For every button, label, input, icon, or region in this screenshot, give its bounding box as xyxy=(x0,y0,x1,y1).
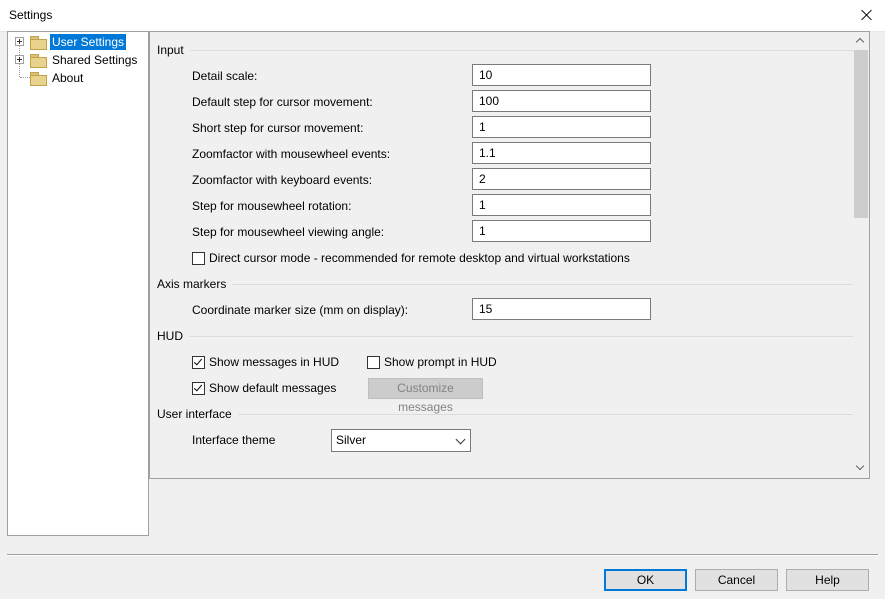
tree-item-label: About xyxy=(52,71,84,85)
customize-messages-button[interactable]: Customize messages xyxy=(368,378,483,414)
tree-item-shared-settings[interactable]: Shared Settings xyxy=(8,51,148,69)
checkbox-box[interactable] xyxy=(192,381,205,395)
checkbox-label: Direct cursor mode - recommended for rem… xyxy=(209,251,630,265)
section-title-axis-markers: Axis markers xyxy=(157,277,233,291)
folder-icon xyxy=(30,36,47,50)
checkbox-label: Show prompt in HUD xyxy=(384,355,497,369)
checkbox-label: Show default messages xyxy=(209,381,337,395)
show-messages-checkbox[interactable]: Show messages in HUD xyxy=(192,355,339,369)
section-title-user-interface: User interface xyxy=(157,407,238,421)
section-divider xyxy=(157,284,853,285)
close-icon[interactable] xyxy=(857,5,877,25)
checkbox-box[interactable] xyxy=(192,355,205,369)
field-label: Default step for cursor movement: xyxy=(192,95,373,109)
folder-icon xyxy=(30,72,47,86)
window-title: Settings xyxy=(9,8,53,22)
section-divider xyxy=(157,336,853,337)
mousewheel-rotation-input[interactable] xyxy=(472,194,651,216)
title-bar: Settings xyxy=(0,0,885,32)
folder-icon xyxy=(30,54,47,68)
expand-plus-icon[interactable] xyxy=(15,55,24,64)
detail-scale-input[interactable] xyxy=(472,64,651,86)
field-label: Detail scale: xyxy=(192,69,258,83)
cancel-button[interactable]: Cancel xyxy=(695,569,778,591)
section-divider xyxy=(157,414,853,415)
marker-size-input[interactable] xyxy=(472,298,651,320)
scroll-down-icon[interactable] xyxy=(853,460,869,476)
chevron-down-icon xyxy=(455,434,466,445)
direct-cursor-checkbox[interactable]: Direct cursor mode - recommended for rem… xyxy=(192,251,630,265)
field-label: Zoomfactor with mousewheel events: xyxy=(192,147,391,161)
zoom-mousewheel-input[interactable] xyxy=(472,142,651,164)
mousewheel-angle-input[interactable] xyxy=(472,220,651,242)
footer-divider xyxy=(7,554,878,556)
help-button[interactable]: Help xyxy=(786,569,869,591)
field-label: Short step for cursor movement: xyxy=(192,121,364,135)
field-label: Coordinate marker size (mm on display): xyxy=(192,303,409,317)
interface-theme-select[interactable]: Silver xyxy=(331,429,471,452)
show-prompt-checkbox[interactable]: Show prompt in HUD xyxy=(367,355,497,369)
vertical-scrollbar[interactable] xyxy=(853,31,870,479)
expand-plus-icon[interactable] xyxy=(15,37,24,46)
ok-button[interactable]: OK xyxy=(604,569,687,591)
show-default-messages-checkbox[interactable]: Show default messages xyxy=(192,381,336,395)
section-title-hud: HUD xyxy=(157,329,189,343)
tree-item-label: Shared Settings xyxy=(52,53,138,67)
checkbox-box[interactable] xyxy=(192,251,205,265)
section-title-input: Input xyxy=(157,43,190,57)
scrollbar-thumb[interactable] xyxy=(854,50,868,218)
select-value: Silver xyxy=(336,433,367,447)
settings-tree[interactable]: User Settings Shared Settings About xyxy=(7,31,149,536)
zoom-keyboard-input[interactable] xyxy=(472,168,651,190)
section-divider xyxy=(157,50,853,51)
default-step-input[interactable] xyxy=(472,90,651,112)
scroll-up-icon[interactable] xyxy=(853,32,869,48)
field-label: Step for mousewheel viewing angle: xyxy=(192,225,385,239)
short-step-input[interactable] xyxy=(472,116,651,138)
checkbox-label: Show messages in HUD xyxy=(209,355,340,369)
tree-item-label: User Settings xyxy=(50,34,127,50)
field-label: Interface theme xyxy=(192,433,276,447)
settings-panel: Input Detail scale: Default step for cur… xyxy=(149,31,870,479)
tree-item-about[interactable]: About xyxy=(8,69,148,87)
field-label: Step for mousewheel rotation: xyxy=(192,199,352,213)
field-label: Zoomfactor with keyboard events: xyxy=(192,173,373,187)
tree-item-user-settings[interactable]: User Settings xyxy=(8,33,148,51)
checkbox-box[interactable] xyxy=(367,355,380,369)
